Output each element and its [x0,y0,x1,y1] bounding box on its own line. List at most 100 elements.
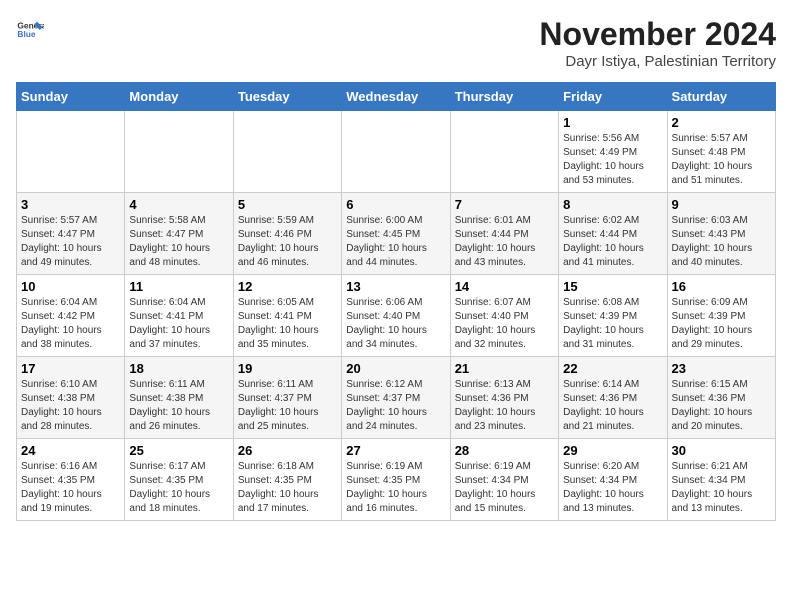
weekday-header-row: SundayMondayTuesdayWednesdayThursdayFrid… [17,83,776,111]
weekday-header-saturday: Saturday [667,83,775,111]
day-number: 3 [21,197,120,212]
calendar-cell: 23 Sunrise: 6:15 AM Sunset: 4:36 PM Dayli… [667,357,775,439]
week-row-4: 17 Sunrise: 6:10 AM Sunset: 4:38 PM Dayli… [17,357,776,439]
calendar-cell: 20Sunrise: 6:12 AM Sunset: 4:37 PM Dayli… [342,357,450,439]
day-number: 25 [129,443,228,458]
svg-text:Blue: Blue [17,29,35,39]
week-row-2: 3 Sunrise: 5:57 AM Sunset: 4:47 PM Daylig… [17,193,776,275]
weekday-header-friday: Friday [559,83,667,111]
weekday-header-monday: Monday [125,83,233,111]
day-info: Sunrise: 6:09 AM Sunset: 4:39 PM Dayligh… [672,296,771,352]
day-number: 8 [563,197,662,212]
day-number: 14 [455,279,554,294]
day-info: Sunrise: 6:03 AM Sunset: 4:43 PM Dayligh… [672,214,771,270]
calendar-cell: 14 Sunrise: 6:07 AM Sunset: 4:40 PM Dayli… [450,275,558,357]
calendar-cell: 27 Sunrise: 6:19 AM Sunset: 4:35 PM Dayli… [342,439,450,521]
day-info: Sunrise: 6:04 AM Sunset: 4:41 PM Dayligh… [129,296,228,352]
day-number: 19 [238,361,337,376]
day-info: Sunrise: 5:58 AM Sunset: 4:47 PM Dayligh… [129,214,228,270]
week-row-1: 1Sunrise: 5:56 AM Sunset: 4:49 PM Daylig… [17,111,776,193]
day-info: Sunrise: 5:57 AM Sunset: 4:48 PM Dayligh… [672,132,771,188]
calendar-cell: 28 Sunrise: 6:19 AM Sunset: 4:34 PM Dayli… [450,439,558,521]
day-number: 15 [563,279,662,294]
logo: General Blue [16,16,44,44]
day-number: 30 [672,443,771,458]
calendar-cell: 16 Sunrise: 6:09 AM Sunset: 4:39 PM Dayli… [667,275,775,357]
day-number: 9 [672,197,771,212]
calendar-cell: 7 Sunrise: 6:01 AM Sunset: 4:44 PM Daylig… [450,193,558,275]
title-section: November 2024 Dayr Istiya, Palestinian T… [539,16,776,70]
day-info: Sunrise: 6:04 AM Sunset: 4:42 PM Dayligh… [21,296,120,352]
day-info: Sunrise: 6:06 AM Sunset: 4:40 PM Dayligh… [346,296,445,352]
day-number: 23 [672,361,771,376]
day-info: Sunrise: 6:19 AM Sunset: 4:34 PM Dayligh… [455,460,554,516]
day-info: Sunrise: 6:08 AM Sunset: 4:39 PM Dayligh… [563,296,662,352]
day-info: Sunrise: 6:05 AM Sunset: 4:41 PM Dayligh… [238,296,337,352]
calendar-cell: 26 Sunrise: 6:18 AM Sunset: 4:35 PM Dayli… [233,439,341,521]
day-info: Sunrise: 6:02 AM Sunset: 4:44 PM Dayligh… [563,214,662,270]
day-number: 11 [129,279,228,294]
calendar-cell: 4 Sunrise: 5:58 AM Sunset: 4:47 PM Daylig… [125,193,233,275]
location-title: Dayr Istiya, Palestinian Territory [539,53,776,70]
day-number: 12 [238,279,337,294]
day-number: 28 [455,443,554,458]
day-number: 21 [455,361,554,376]
calendar-cell: 11 Sunrise: 6:04 AM Sunset: 4:41 PM Dayli… [125,275,233,357]
day-info: Sunrise: 6:21 AM Sunset: 4:34 PM Dayligh… [672,460,771,516]
day-number: 5 [238,197,337,212]
day-info: Sunrise: 6:12 AM Sunset: 4:37 PM Dayligh… [346,378,445,434]
calendar-cell: 30 Sunrise: 6:21 AM Sunset: 4:34 PM Dayli… [667,439,775,521]
day-number: 16 [672,279,771,294]
calendar-cell: 3 Sunrise: 5:57 AM Sunset: 4:47 PM Daylig… [17,193,125,275]
day-info: Sunrise: 6:11 AM Sunset: 4:38 PM Dayligh… [129,378,228,434]
day-info: Sunrise: 6:15 AM Sunset: 4:36 PM Dayligh… [672,378,771,434]
day-number: 22 [563,361,662,376]
calendar-cell: 5 Sunrise: 5:59 AM Sunset: 4:46 PM Daylig… [233,193,341,275]
calendar-cell: 2 Sunrise: 5:57 AM Sunset: 4:48 PM Daylig… [667,111,775,193]
calendar-cell: 10 Sunrise: 6:04 AM Sunset: 4:42 PM Dayli… [17,275,125,357]
calendar-cell: 13 Sunrise: 6:06 AM Sunset: 4:40 PM Dayli… [342,275,450,357]
day-number: 24 [21,443,120,458]
day-info: Sunrise: 6:16 AM Sunset: 4:35 PM Dayligh… [21,460,120,516]
day-number: 13 [346,279,445,294]
day-number: 2 [672,115,771,130]
day-info: Sunrise: 6:14 AM Sunset: 4:36 PM Dayligh… [563,378,662,434]
calendar-cell [125,111,233,193]
calendar-cell: 8 Sunrise: 6:02 AM Sunset: 4:44 PM Daylig… [559,193,667,275]
day-info: Sunrise: 6:18 AM Sunset: 4:35 PM Dayligh… [238,460,337,516]
day-number: 27 [346,443,445,458]
day-number: 6 [346,197,445,212]
day-number: 7 [455,197,554,212]
weekday-header-sunday: Sunday [17,83,125,111]
calendar-cell: 9 Sunrise: 6:03 AM Sunset: 4:43 PM Daylig… [667,193,775,275]
day-info: Sunrise: 6:19 AM Sunset: 4:35 PM Dayligh… [346,460,445,516]
day-info: Sunrise: 6:20 AM Sunset: 4:34 PM Dayligh… [563,460,662,516]
calendar-cell: 6 Sunrise: 6:00 AM Sunset: 4:45 PM Daylig… [342,193,450,275]
day-info: Sunrise: 6:07 AM Sunset: 4:40 PM Dayligh… [455,296,554,352]
day-info: Sunrise: 5:56 AM Sunset: 4:49 PM Dayligh… [563,132,662,188]
day-number: 26 [238,443,337,458]
calendar-cell: 25 Sunrise: 6:17 AM Sunset: 4:35 PM Dayli… [125,439,233,521]
day-info: Sunrise: 6:17 AM Sunset: 4:35 PM Dayligh… [129,460,228,516]
day-info: Sunrise: 6:10 AM Sunset: 4:38 PM Dayligh… [21,378,120,434]
calendar-cell: 1Sunrise: 5:56 AM Sunset: 4:49 PM Daylig… [559,111,667,193]
weekday-header-thursday: Thursday [450,83,558,111]
calendar-cell: 19 Sunrise: 6:11 AM Sunset: 4:37 PM Dayli… [233,357,341,439]
day-number: 4 [129,197,228,212]
calendar-cell: 17 Sunrise: 6:10 AM Sunset: 4:38 PM Dayli… [17,357,125,439]
week-row-5: 24 Sunrise: 6:16 AM Sunset: 4:35 PM Dayli… [17,439,776,521]
day-number: 17 [21,361,120,376]
day-info: Sunrise: 6:01 AM Sunset: 4:44 PM Dayligh… [455,214,554,270]
day-info: Sunrise: 5:57 AM Sunset: 4:47 PM Dayligh… [21,214,120,270]
weekday-header-wednesday: Wednesday [342,83,450,111]
day-info: Sunrise: 6:11 AM Sunset: 4:37 PM Dayligh… [238,378,337,434]
day-info: Sunrise: 5:59 AM Sunset: 4:46 PM Dayligh… [238,214,337,270]
logo-icon: General Blue [16,16,44,44]
day-info: Sunrise: 6:00 AM Sunset: 4:45 PM Dayligh… [346,214,445,270]
calendar-cell [450,111,558,193]
day-number: 29 [563,443,662,458]
day-number: 10 [21,279,120,294]
month-title: November 2024 [539,16,776,53]
week-row-3: 10 Sunrise: 6:04 AM Sunset: 4:42 PM Dayli… [17,275,776,357]
calendar-cell [233,111,341,193]
